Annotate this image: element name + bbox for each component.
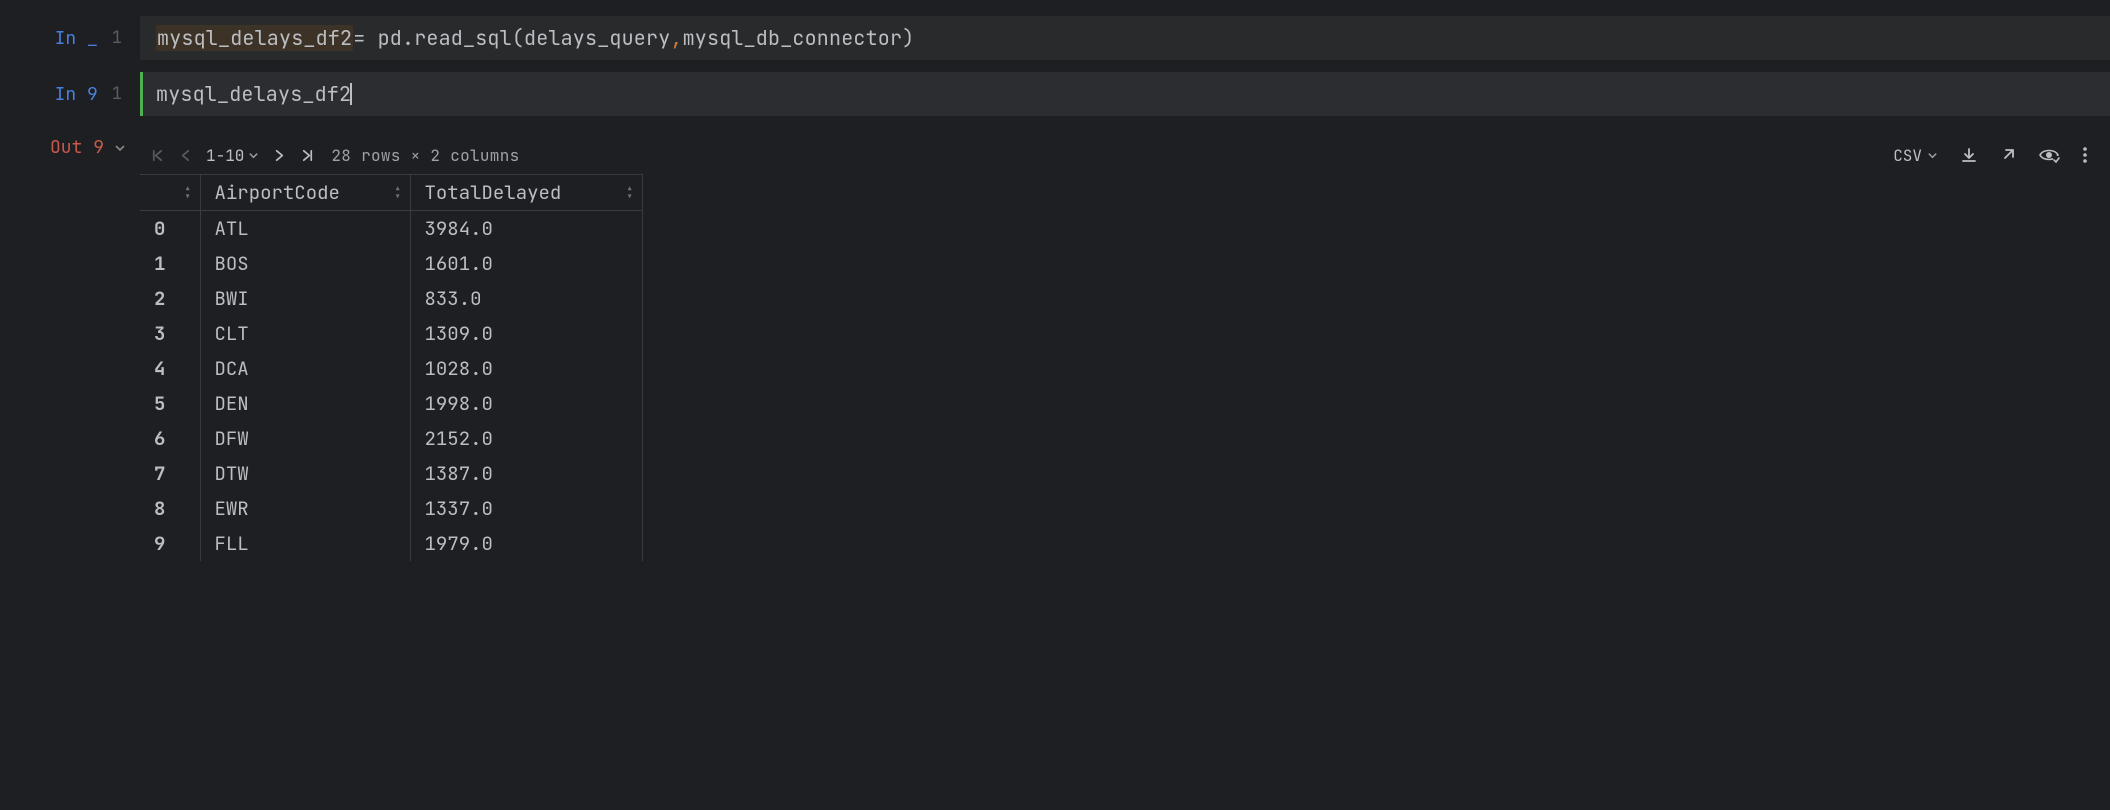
sort-icon: ▴▾ [626,185,634,201]
output-gutter: Out 9 [0,136,140,159]
cell-totaldelayed: 1337.0 [410,491,642,526]
output-cell: Out 9 1-10 [0,128,2110,561]
row-index: 9 [140,526,200,561]
cell-airportcode: DFW [200,421,410,456]
line-number: 1 [112,83,122,105]
pager: 1-10 [150,145,315,166]
sort-icon: ▴▾ [184,185,192,201]
row-index: 0 [140,211,200,247]
column-header-totaldelayed[interactable]: TotalDelayed ▴▾ [410,175,642,211]
eye-icon[interactable] [2038,147,2060,163]
cell-airportcode: BOS [200,246,410,281]
column-header-airportcode[interactable]: AirportCode ▴▾ [200,175,410,211]
cell-totaldelayed: 1979.0 [410,526,642,561]
cell-airportcode: EWR [200,491,410,526]
row-index: 4 [140,351,200,386]
code-text: mysql_db_connector) [683,25,915,51]
row-index: 1 [140,246,200,281]
collapse-output-icon[interactable] [114,142,126,154]
cell-airportcode: ATL [200,211,410,247]
table-row[interactable]: 9FLL1979.0 [140,526,642,561]
cell-gutter: In _ 1 [0,16,140,60]
table-row[interactable]: 0ATL3984.0 [140,211,642,247]
next-page-icon[interactable] [273,148,286,163]
code-editor[interactable]: mysql_delays_df2 = pd.read_sql(delays_qu… [140,16,2110,60]
row-index: 2 [140,281,200,316]
open-external-icon[interactable] [2000,147,2016,163]
column-header-text: TotalDelayed [425,180,562,205]
code-text: = pd.read_sql(delays_query [353,25,670,51]
cell-airportcode: BWI [200,281,410,316]
table-row[interactable]: 4DCA1028.0 [140,351,642,386]
table-tools: CSV [1893,145,2088,166]
more-menu-icon[interactable] [2082,146,2088,164]
cell-airportcode: DEN [200,386,410,421]
code-cell-1: In _ 1 mysql_delays_df2 = pd.read_sql(de… [0,16,2110,60]
table-row[interactable]: 2BWI833.0 [140,281,642,316]
first-page-icon[interactable] [150,148,165,163]
page-range[interactable]: 1-10 [206,145,259,166]
cell-totaldelayed: 1601.0 [410,246,642,281]
table-row[interactable]: 5DEN1998.0 [140,386,642,421]
cell-airportcode: FLL [200,526,410,561]
row-index: 3 [140,316,200,351]
page-range-text: 1-10 [206,145,244,166]
cell-totaldelayed: 3984.0 [410,211,642,247]
row-index: 7 [140,456,200,491]
line-number: 1 [112,27,122,49]
cell-totaldelayed: 1998.0 [410,386,642,421]
cell-totaldelayed: 2152.0 [410,421,642,456]
cell-airportcode: CLT [200,316,410,351]
cell-totaldelayed: 1028.0 [410,351,642,386]
table-toolbar: 1-10 28 rows × 2 columns CSV [140,136,2100,174]
variable-token: mysql_delays_df2 [156,25,353,51]
index-column-header[interactable]: ▴▾ [140,175,200,211]
chevron-down-icon [248,150,259,161]
export-format-dropdown[interactable]: CSV [1893,145,1938,166]
column-header-text: AirportCode [215,180,340,205]
output-area: 1-10 28 rows × 2 columns CSV [140,136,2100,561]
export-format-label: CSV [1893,145,1922,166]
row-index: 8 [140,491,200,526]
cell-totaldelayed: 1309.0 [410,316,642,351]
sort-icon: ▴▾ [394,185,402,201]
cell-airportcode: DTW [200,456,410,491]
comma-token: , [670,25,682,51]
table-row[interactable]: 6DFW2152.0 [140,421,642,456]
table-header-row: ▴▾ AirportCode ▴▾ TotalDelayed ▴▾ [140,175,642,211]
code-text: mysql_delays_df2 [156,81,351,107]
code-editor-active[interactable]: mysql_delays_df2 [140,72,2110,116]
table-row[interactable]: 7DTW1387.0 [140,456,642,491]
code-cell-2: In 9 1 mysql_delays_df2 [0,72,2110,116]
prompt-label: In 9 [55,83,98,106]
last-page-icon[interactable] [300,148,315,163]
row-index: 6 [140,421,200,456]
cell-totaldelayed: 833.0 [410,281,642,316]
table-row[interactable]: 8EWR1337.0 [140,491,642,526]
prompt-label: In _ [55,27,98,50]
dataframe-table: ▴▾ AirportCode ▴▾ TotalDelayed ▴▾ 0ATL39… [140,174,643,561]
cell-airportcode: DCA [200,351,410,386]
table-row[interactable]: 1BOS1601.0 [140,246,642,281]
cell-totaldelayed: 1387.0 [410,456,642,491]
table-row[interactable]: 3CLT1309.0 [140,316,642,351]
text-cursor [350,83,352,105]
row-index: 5 [140,386,200,421]
download-icon[interactable] [1960,146,1978,164]
output-prompt-label: Out 9 [50,136,104,159]
cell-gutter: In 9 1 [0,72,140,116]
chevron-down-icon [1927,150,1938,161]
table-dimensions: 28 rows × 2 columns [331,145,519,166]
prev-page-icon[interactable] [179,148,192,163]
